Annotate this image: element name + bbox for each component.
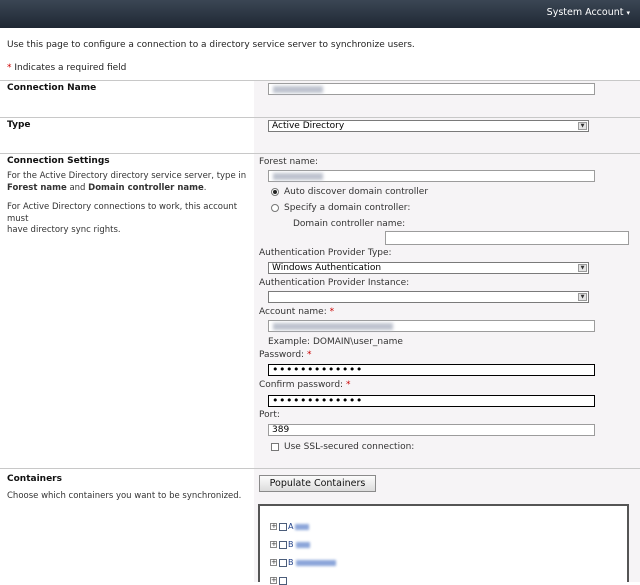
tree-node-letter: B [288, 558, 294, 567]
tree-checkbox[interactable] [279, 576, 287, 585]
password-label-text: Password: [259, 350, 305, 360]
tree-checkbox[interactable] [279, 540, 287, 549]
auth-instance-select[interactable]: ▼ [268, 291, 589, 303]
section-title-connection-name: Connection Name [7, 83, 97, 93]
divider [0, 117, 640, 118]
auth-type-select[interactable]: Windows Authentication ▼ [268, 262, 589, 274]
port-value: 389 [272, 425, 290, 435]
desc-text: . [203, 182, 207, 193]
note-line: have directory sync rights. [7, 225, 121, 235]
tree-node-letter: A [288, 522, 294, 531]
password-label: Password: * [259, 350, 311, 360]
required-note: * Indicates a required field [7, 63, 126, 73]
tree-node-letter: B [288, 540, 294, 549]
account-name-value [273, 323, 393, 330]
forest-name-label: Forest name: [259, 157, 319, 167]
confirm-password-input[interactable]: ••••••••••••• [268, 395, 595, 407]
type-select[interactable]: Active Directory ▼ [268, 120, 589, 132]
ssl-label: Use SSL-secured connection: [284, 442, 415, 452]
expand-icon[interactable]: + [270, 541, 277, 548]
account-name-input[interactable] [268, 320, 595, 332]
confirm-password-label: Confirm password: * [259, 380, 350, 390]
forest-name-input[interactable] [268, 170, 595, 182]
tree-node[interactable]: + [270, 576, 287, 585]
type-selected: Active Directory [272, 121, 345, 131]
desc-bold-dc: Domain controller name [88, 182, 204, 193]
connection-settings-note: For Active Directory connections to work… [7, 202, 253, 237]
radio-specify-dc[interactable] [271, 204, 279, 212]
dc-name-label: Domain controller name: [293, 219, 406, 229]
auth-instance-label: Authentication Provider Instance: [259, 278, 410, 288]
tree-node[interactable]: + B [270, 540, 310, 549]
desc-line: For the Active Directory directory servi… [7, 171, 247, 181]
confirm-password-label-text: Confirm password: [259, 380, 344, 390]
desc-text: and [66, 182, 89, 193]
confirm-password-value: ••••••••••••• [272, 394, 363, 407]
auth-type-label: Authentication Provider Type: [259, 248, 392, 258]
section-title-connection-settings: Connection Settings [7, 156, 110, 166]
expand-icon[interactable]: + [270, 559, 277, 566]
tree-checkbox[interactable] [279, 522, 287, 531]
tree-node[interactable]: + A [270, 522, 310, 531]
section-title-type: Type [7, 120, 31, 130]
intro-text: Use this page to configure a connection … [7, 40, 415, 50]
divider [0, 80, 640, 81]
radio-specify-dc-label: Specify a domain controller: [284, 203, 411, 213]
required-note-text: Indicates a required field [11, 63, 127, 73]
connection-name-value [273, 86, 323, 93]
tree-node[interactable]: + B [270, 558, 336, 567]
system-account-menu[interactable]: System Account ▾ [547, 7, 630, 18]
password-input[interactable]: ••••••••••••• [268, 364, 595, 376]
expand-icon[interactable]: + [270, 577, 277, 584]
containers-description: Choose which containers you want to be s… [7, 491, 242, 501]
divider [0, 468, 640, 469]
password-value: ••••••••••••• [272, 363, 363, 376]
dropdown-arrow-icon: ▼ [578, 293, 587, 301]
account-name-label: Account name: * [259, 307, 334, 317]
note-line: For Active Directory connections to work… [7, 202, 238, 224]
tree-node-name [295, 559, 336, 566]
port-input[interactable]: 389 [268, 424, 595, 436]
system-account-label: System Account [546, 7, 624, 18]
chevron-down-icon: ▾ [626, 9, 630, 17]
top-bar: System Account ▾ [0, 0, 640, 28]
connection-name-input[interactable] [268, 83, 595, 95]
tree-node-name [295, 523, 310, 530]
account-name-label-text: Account name: [259, 307, 327, 317]
forest-name-value [273, 173, 323, 180]
radio-auto-discover[interactable] [271, 188, 279, 196]
tree-node-name [295, 541, 310, 548]
required-star: * [306, 350, 312, 360]
radio-auto-discover-label: Auto discover domain controller [284, 187, 429, 197]
dropdown-arrow-icon: ▼ [578, 264, 587, 272]
auth-type-selected: Windows Authentication [272, 263, 382, 273]
desc-bold-forest: Forest name [7, 182, 67, 193]
containers-tree: + A + B + B + [258, 504, 629, 585]
required-star: * [345, 380, 351, 390]
connection-settings-description: For the Active Directory directory servi… [7, 171, 253, 194]
section-title-containers: Containers [7, 474, 62, 484]
account-example: Example: DOMAIN\user_name [268, 337, 403, 347]
ssl-checkbox[interactable] [271, 443, 279, 451]
dropdown-arrow-icon: ▼ [578, 122, 587, 130]
dc-name-input[interactable] [385, 231, 629, 245]
required-star: * [329, 307, 335, 317]
tree-checkbox[interactable] [279, 558, 287, 567]
populate-containers-button[interactable]: Populate Containers [259, 475, 376, 492]
port-label: Port: [259, 410, 280, 420]
expand-icon[interactable]: + [270, 523, 277, 530]
divider [0, 153, 640, 154]
